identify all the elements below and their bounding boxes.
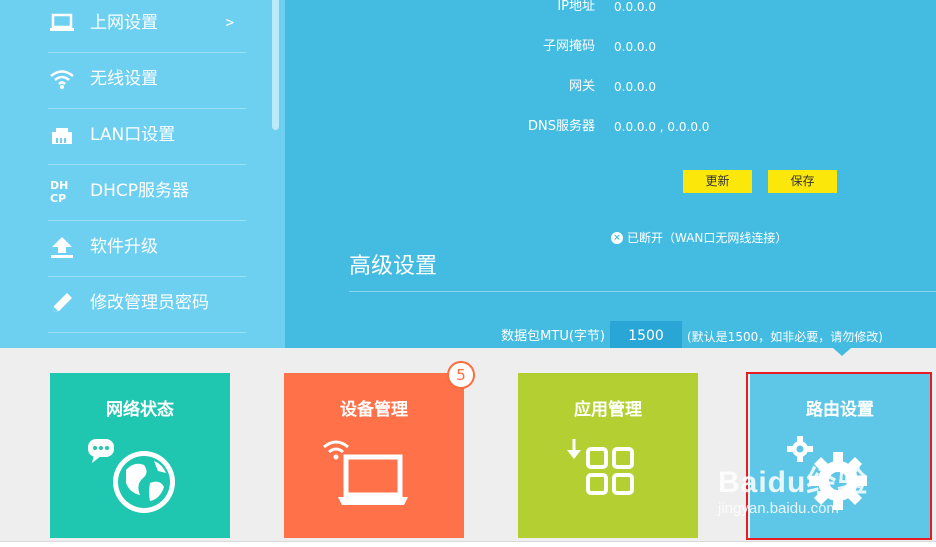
- gateway-value: 0.0.0.0: [614, 80, 656, 94]
- refresh-button[interactable]: 更新: [683, 170, 752, 193]
- sidebar-scrollbar[interactable]: [272, 0, 279, 130]
- sidebar-item-lan-settings[interactable]: LAN口设置: [48, 109, 246, 165]
- chevron-right-icon: >: [225, 15, 234, 31]
- tile-title: 应用管理: [574, 400, 642, 420]
- active-tile-pointer: [833, 348, 851, 356]
- mtu-label: 数据包MTU(字节): [501, 329, 605, 344]
- disconnected-icon: ×: [611, 232, 623, 244]
- dns-server-label: DNS服务器: [528, 119, 595, 134]
- connection-status: × 已断开（WAN口无网线连接）: [611, 229, 787, 247]
- pencil-icon: [48, 289, 76, 317]
- tile-device-management[interactable]: 设备管理: [284, 373, 464, 538]
- tile-app-management[interactable]: 应用管理: [518, 373, 698, 538]
- svg-text:CP: CP: [50, 192, 66, 204]
- globe-chat-icon: [50, 433, 230, 533]
- status-text: 已断开（WAN口无网线连接）: [627, 231, 788, 245]
- save-button[interactable]: 保存: [768, 170, 837, 193]
- upload-icon: [48, 233, 76, 261]
- ip-address-value: 0.0.0.0: [614, 0, 656, 14]
- baidu-watermark: Baidu经验 jingyan.baidu.com: [718, 466, 868, 518]
- tile-title: 设备管理: [340, 400, 408, 420]
- laptop-wifi-icon: [284, 433, 464, 533]
- sidebar-item-wireless-settings[interactable]: 无线设置: [48, 53, 246, 109]
- apps-grid-icon: [518, 433, 698, 533]
- divider: [349, 291, 936, 292]
- lan-port-icon: [48, 121, 76, 149]
- sidebar-item-label: 无线设置: [90, 69, 158, 89]
- ip-address-label: IP地址: [557, 0, 595, 14]
- laptop-icon: [48, 9, 76, 37]
- sidebar-item-internet-settings[interactable]: 上网设置 >: [48, 0, 246, 53]
- sidebar-item-label: 软件升级: [90, 237, 158, 257]
- mtu-hint: (默认是1500，如非必要，请勿修改): [687, 330, 883, 344]
- sidebar-item-label: LAN口设置: [90, 125, 176, 145]
- sidebar-item-change-password[interactable]: 修改管理员密码: [48, 277, 246, 333]
- router-admin-panel: 上网设置 > 无线设置 LAN口设置 DH CP DHCP服务器 软件升级 修改…: [0, 0, 936, 348]
- sidebar-item-label: 上网设置: [90, 13, 158, 33]
- sidebar-item-software-upgrade[interactable]: 软件升级: [48, 221, 246, 277]
- content-area: [285, 0, 936, 348]
- gateway-label: 网关: [568, 79, 595, 94]
- subnet-mask-label: 子网掩码: [542, 39, 595, 54]
- wifi-icon: [48, 65, 76, 93]
- sidebar-item-label: DHCP服务器: [90, 181, 189, 201]
- advanced-settings-title: 高级设置: [349, 254, 438, 279]
- sidebar-item-label: 修改管理员密码: [90, 293, 209, 313]
- watermark-url: jingyan.baidu.com: [718, 500, 839, 517]
- watermark-logo: Baidu经验: [718, 466, 869, 499]
- mtu-input[interactable]: [610, 321, 682, 348]
- bottom-edge: [0, 541, 936, 547]
- tile-network-status[interactable]: 网络状态: [50, 373, 230, 538]
- tile-title: 网络状态: [106, 400, 174, 420]
- device-count-badge: 5: [447, 361, 475, 389]
- dns-server-value: 0.0.0.0 , 0.0.0.0: [614, 120, 710, 134]
- sidebar-item-dhcp-server[interactable]: DH CP DHCP服务器: [48, 165, 246, 221]
- subnet-mask-value: 0.0.0.0: [614, 40, 656, 54]
- sidebar: 上网设置 > 无线设置 LAN口设置 DH CP DHCP服务器 软件升级 修改…: [0, 0, 285, 348]
- svg-text:DH: DH: [50, 179, 68, 192]
- dhcp-icon: DH CP: [48, 177, 76, 205]
